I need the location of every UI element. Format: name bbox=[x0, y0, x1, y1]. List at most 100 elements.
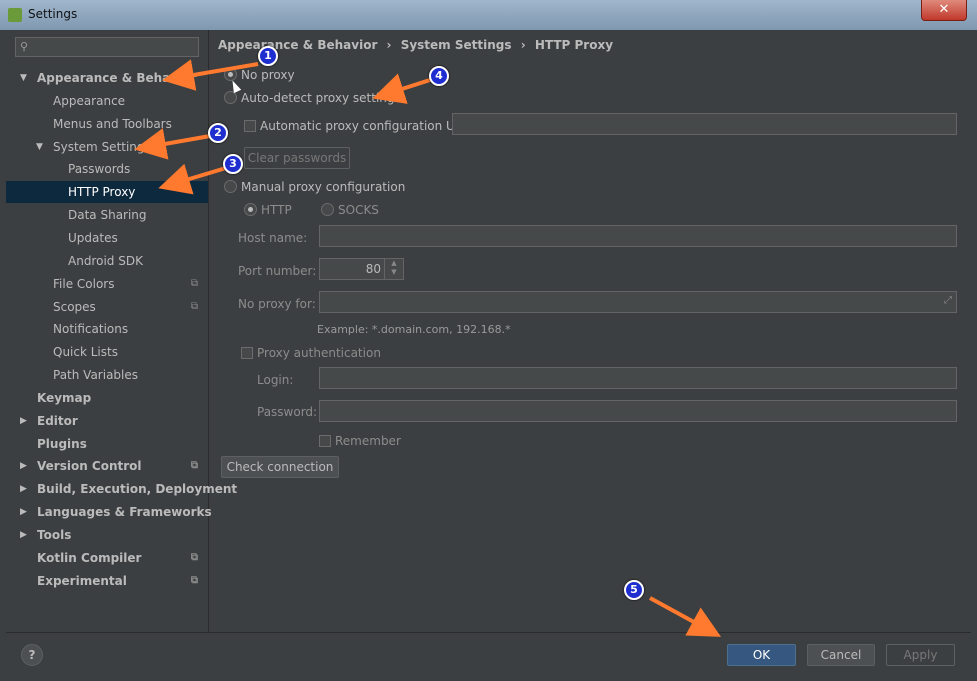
sidebar-item-label: Version Control bbox=[37, 459, 142, 473]
project-settings-icon: ⧉ bbox=[190, 552, 198, 563]
apply-button[interactable]: Apply bbox=[886, 644, 955, 666]
sidebar-item-label: Appearance bbox=[53, 94, 126, 108]
sidebar-item[interactable]: Menus and Toolbars bbox=[6, 113, 208, 135]
sidebar-item[interactable]: HTTP Proxy bbox=[6, 181, 208, 203]
radio-indicator bbox=[224, 91, 237, 104]
annotation-badge-5: 5 bbox=[624, 580, 644, 600]
proxy-auth-checkbox[interactable]: Proxy authentication bbox=[241, 345, 381, 360]
sidebar-item-label: Notifications bbox=[53, 322, 129, 336]
sidebar-item[interactable]: Plugins bbox=[6, 433, 208, 455]
no-proxy-label: No proxy bbox=[241, 67, 295, 82]
chevron-right-icon[interactable]: ▶ bbox=[20, 501, 27, 523]
window-title: Settings bbox=[28, 7, 78, 21]
project-settings-icon: ⧉ bbox=[190, 460, 198, 471]
sidebar-item[interactable]: Kotlin Compiler ⧉ bbox=[6, 547, 208, 569]
sidebar-item-label: Data Sharing bbox=[68, 208, 147, 222]
password-label: Password: bbox=[257, 405, 318, 419]
stepper-arrows-icon[interactable]: ▲ ▼ bbox=[384, 259, 403, 279]
manual-proxy-radio[interactable]: Manual proxy configuration bbox=[224, 179, 405, 194]
host-name-label: Host name: bbox=[238, 231, 308, 245]
help-button[interactable]: ? bbox=[21, 644, 43, 666]
settings-dialog: ⚲ ▼ Appearance & Behavior Appearance Menus … bbox=[6, 30, 971, 676]
clear-passwords-button[interactable]: Clear passwords bbox=[244, 147, 350, 169]
sidebar-item[interactable]: Experimental ⧉ bbox=[6, 570, 208, 592]
sidebar-item-label: File Colors bbox=[53, 277, 115, 291]
sidebar-item[interactable]: ▼ Appearance & Behavior bbox=[6, 67, 208, 89]
port-number-stepper[interactable]: 80 ▲ ▼ bbox=[319, 258, 404, 280]
search-input[interactable]: ⚲ bbox=[15, 37, 199, 57]
http-radio[interactable]: HTTP bbox=[244, 202, 292, 217]
password-field[interactable] bbox=[319, 400, 957, 422]
socks-radio[interactable]: SOCKS bbox=[321, 202, 379, 217]
sidebar-item[interactable]: Path Variables bbox=[6, 364, 208, 386]
sidebar-item-label: Quick Lists bbox=[53, 345, 118, 359]
sidebar-item[interactable]: Quick Lists bbox=[6, 341, 208, 363]
sidebar-item-label: Keymap bbox=[37, 391, 92, 405]
annotation-badge-1: 1 bbox=[258, 46, 278, 66]
sidebar-item[interactable]: ▶ Build, Execution, Deployment bbox=[6, 478, 237, 500]
chevron-right-icon[interactable]: ▶ bbox=[20, 455, 27, 477]
sidebar-item-label: Languages & Frameworks bbox=[37, 505, 212, 519]
auto-config-url-label: Automatic proxy configuration URL: bbox=[260, 118, 474, 133]
sidebar-item[interactable]: File Colors ⧉ bbox=[6, 273, 208, 295]
breadcrumb-item: System Settings bbox=[400, 38, 512, 52]
sidebar-item[interactable]: Appearance bbox=[6, 90, 208, 112]
sidebar-item-label: Experimental bbox=[37, 574, 127, 588]
sidebar-item-label: Path Variables bbox=[53, 368, 139, 382]
radio-indicator bbox=[224, 180, 237, 193]
expand-icon[interactable]: ⤢ bbox=[944, 295, 952, 306]
manual-proxy-label: Manual proxy configuration bbox=[241, 179, 406, 194]
sidebar-item[interactable]: Updates bbox=[6, 227, 208, 249]
host-name-field[interactable] bbox=[319, 225, 957, 247]
sidebar-item[interactable]: ▶ Version Control ⧉ bbox=[6, 455, 208, 477]
sidebar-item[interactable]: Scopes ⧉ bbox=[6, 296, 208, 318]
annotation-badge-3: 3 bbox=[223, 154, 243, 174]
chevron-right-icon[interactable]: ▶ bbox=[20, 410, 27, 432]
sidebar-item[interactable]: ▶ Editor bbox=[6, 410, 208, 432]
check-connection-button[interactable]: Check connection bbox=[221, 456, 339, 478]
sidebar-item[interactable]: ▼ System Settings bbox=[6, 136, 208, 158]
breadcrumb: Appearance & Behavior › System Settings … bbox=[218, 38, 618, 52]
login-label: Login: bbox=[257, 373, 294, 387]
sidebar-item[interactable]: Notifications bbox=[6, 318, 208, 340]
login-field[interactable] bbox=[319, 367, 957, 389]
checkbox-indicator bbox=[319, 434, 331, 447]
sidebar-item[interactable]: ▶ Languages & Frameworks bbox=[6, 501, 212, 523]
auto-detect-radio[interactable]: Auto-detect proxy settings bbox=[224, 90, 401, 105]
auto-config-url-field[interactable] bbox=[452, 113, 957, 135]
sidebar-item[interactable]: Keymap bbox=[6, 387, 208, 409]
sidebar-item-label: HTTP Proxy bbox=[68, 185, 136, 199]
socks-label: SOCKS bbox=[338, 202, 379, 217]
remember-checkbox[interactable]: Remember bbox=[319, 433, 401, 448]
chevron-right-icon[interactable]: ▶ bbox=[20, 524, 27, 546]
sidebar-item-label: Editor bbox=[37, 414, 78, 428]
sidebar-item-label: Menus and Toolbars bbox=[53, 117, 172, 131]
no-proxy-for-label: No proxy for: bbox=[238, 297, 316, 311]
port-value: 80 bbox=[365, 262, 381, 276]
remember-label: Remember bbox=[335, 433, 401, 448]
chevron-down-icon[interactable]: ▼ bbox=[36, 136, 43, 158]
chevron-down-icon[interactable]: ▼ bbox=[20, 67, 27, 89]
sidebar-item[interactable]: Android SDK bbox=[6, 250, 208, 272]
auto-config-url-checkbox[interactable]: Automatic proxy configuration URL: bbox=[244, 118, 474, 133]
checkbox-indicator bbox=[244, 119, 256, 132]
sidebar-item-label: System Settings bbox=[53, 140, 151, 154]
chevron-right-icon[interactable]: ▶ bbox=[20, 478, 27, 500]
sidebar-item-label: Scopes bbox=[53, 300, 96, 314]
breadcrumb-item: Appearance & Behavior bbox=[218, 38, 378, 52]
sidebar-item-label: Tools bbox=[37, 528, 72, 542]
sidebar-item[interactable]: Data Sharing bbox=[6, 204, 208, 226]
sidebar-item[interactable]: Passwords bbox=[6, 158, 208, 180]
proxy-auth-label: Proxy authentication bbox=[257, 345, 381, 360]
search-icon: ⚲ bbox=[20, 40, 29, 53]
ok-button[interactable]: OK bbox=[727, 644, 796, 666]
dialog-footer: ? OK Cancel Apply bbox=[6, 632, 971, 676]
close-window-button[interactable]: ✕ bbox=[921, 0, 967, 21]
http-proxy-panel: Appearance & Behavior › System Settings … bbox=[209, 30, 971, 632]
cancel-button[interactable]: Cancel bbox=[807, 644, 875, 666]
no-proxy-for-field[interactable]: ⤢ bbox=[319, 291, 957, 313]
radio-indicator bbox=[244, 203, 257, 216]
auto-detect-label: Auto-detect proxy settings bbox=[241, 90, 401, 105]
sidebar-item[interactable]: ▶ Tools bbox=[6, 524, 208, 546]
project-settings-icon: ⧉ bbox=[190, 575, 198, 586]
